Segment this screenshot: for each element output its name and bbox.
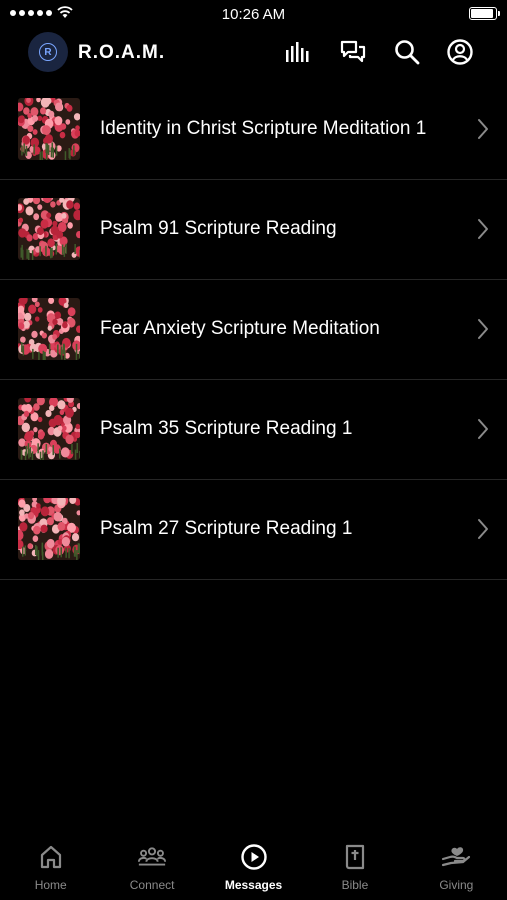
battery-icon <box>469 7 500 20</box>
status-time: 10:26 AM <box>221 6 286 23</box>
thumbnail-image <box>18 198 80 260</box>
messages-list: Identity in Christ Scripture Meditation … <box>0 80 507 580</box>
thumbnail-image <box>18 398 80 460</box>
list-item-title: Identity in Christ Scripture Meditation … <box>100 118 427 139</box>
people-icon <box>137 842 167 872</box>
tab-messages[interactable]: Messages <box>203 836 304 900</box>
thumbnail-image <box>18 98 80 160</box>
status-bar: 10:26 AM <box>0 0 507 28</box>
home-icon <box>36 842 66 872</box>
thumbnail-image <box>18 298 80 360</box>
tab-messages-label: Messages <box>224 878 283 892</box>
tab-giving-label: Giving <box>439 878 474 892</box>
tab-home-label: Home <box>34 878 67 892</box>
audio-bars-icon[interactable] <box>284 38 312 66</box>
list-item[interactable]: Fear Anxiety Scripture Meditation <box>0 280 507 380</box>
chevron-right-icon <box>478 519 488 539</box>
tab-connect[interactable]: Connect <box>101 836 202 900</box>
logo-letter: R <box>39 43 57 61</box>
list-item[interactable]: Psalm 91 Scripture Reading <box>0 180 507 280</box>
app-header: R R.O.A.M. <box>0 28 507 80</box>
tab-bible-label: Bible <box>341 878 369 892</box>
chat-icon[interactable] <box>339 38 367 66</box>
chevron-right-icon <box>478 119 488 139</box>
search-icon[interactable] <box>393 38 421 66</box>
thumbnail-image <box>18 498 80 560</box>
tab-giving[interactable]: Giving <box>406 836 507 900</box>
list-item-title: Psalm 91 Scripture Reading <box>100 218 337 239</box>
play-circle-icon <box>239 842 269 872</box>
app-logo[interactable]: R <box>28 32 68 72</box>
tab-bible[interactable]: Bible <box>304 836 405 900</box>
app-title: R.O.A.M. <box>78 42 166 63</box>
list-item[interactable]: Psalm 35 Scripture Reading 1 <box>0 380 507 480</box>
tab-bar: Home Connect Messages Bible Giving <box>0 836 507 900</box>
hand-heart-icon <box>441 842 471 872</box>
list-item-title: Psalm 27 Scripture Reading 1 <box>100 518 353 539</box>
chevron-right-icon <box>478 219 488 239</box>
chevron-right-icon <box>478 319 488 339</box>
profile-icon[interactable] <box>446 38 474 66</box>
tab-connect-label: Connect <box>129 878 175 892</box>
chevron-right-icon <box>478 419 488 439</box>
bible-icon <box>340 842 370 872</box>
list-item-title: Fear Anxiety Scripture Meditation <box>100 318 380 339</box>
list-item-title: Psalm 35 Scripture Reading 1 <box>100 418 353 439</box>
list-item[interactable]: Psalm 27 Scripture Reading 1 <box>0 480 507 580</box>
tab-home[interactable]: Home <box>0 836 101 900</box>
list-item[interactable]: Identity in Christ Scripture Meditation … <box>0 80 507 180</box>
